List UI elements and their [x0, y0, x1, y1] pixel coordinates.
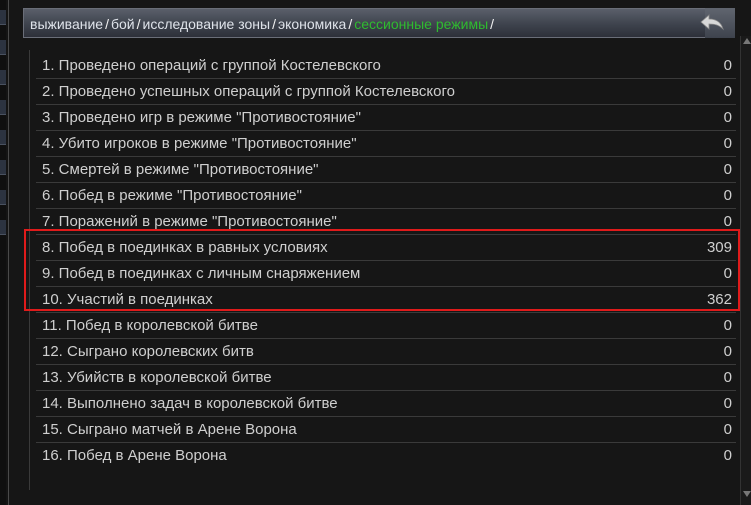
stat-value: 0	[723, 109, 732, 126]
stat-row: 7. Поражений в режиме "Противостояние" 0	[36, 208, 736, 235]
stat-row: 10. Участий в поединках 362	[36, 286, 736, 313]
back-arrow-icon	[700, 14, 724, 31]
stat-label: 13. Убийств в королевской битве	[42, 369, 272, 386]
stat-row: 8. Побед в поединках в равных условиях 30…	[36, 234, 736, 261]
stat-row: 2. Проведено успешных операций с группой…	[36, 78, 736, 105]
stat-row: 15. Сыграно матчей в Арене Ворона 0	[36, 416, 736, 443]
stat-value: 0	[723, 57, 732, 74]
stats-list: 1. Проведено операций с группой Костелев…	[29, 50, 736, 490]
stat-row: 14. Выполнено задач в королевской битве 0	[36, 390, 736, 417]
stat-value: 0	[723, 317, 732, 334]
left-edge-strip	[0, 0, 6, 505]
edge-tick	[0, 190, 6, 205]
breadcrumb-survival[interactable]: выживание	[30, 16, 103, 32]
stat-value: 0	[723, 421, 732, 438]
breadcrumb-separator: /	[272, 16, 276, 32]
breadcrumb-separator: /	[136, 16, 141, 32]
stat-row: 9. Побед в поединках с личным снаряжение…	[36, 260, 736, 287]
stat-label: 9. Побед в поединках с личным снаряжение…	[42, 265, 361, 282]
stat-value: 0	[723, 343, 732, 360]
stat-label: 8. Побед в поединках в равных условиях	[42, 239, 328, 256]
breadcrumb: выживание / бой / исследование зоны / экономик…	[30, 16, 496, 32]
stat-value: 362	[706, 291, 732, 308]
edge-tick	[0, 10, 6, 25]
stat-value: 0	[723, 187, 732, 204]
stat-label: 3. Проведено игр в режиме "Противостояни…	[42, 109, 361, 126]
edge-tick	[0, 130, 6, 145]
stat-row: 5. Смертей в режиме "Противостояние" 0	[36, 156, 736, 183]
stat-value: 0	[723, 447, 732, 464]
stat-value: 0	[723, 395, 732, 412]
breadcrumb-economy[interactable]: экономика	[278, 16, 346, 32]
stat-row: 1. Проведено операций с группой Костелев…	[36, 52, 736, 79]
stat-label: 10. Участий в поединках	[42, 291, 213, 308]
stat-value: 0	[723, 369, 732, 386]
stat-label: 11. Побед в королевской битве	[42, 317, 258, 334]
stat-label: 1. Проведено операций с группой Костелев…	[42, 57, 381, 74]
edge-tick	[0, 70, 6, 85]
stat-value: 0	[723, 135, 732, 152]
stat-label: 14. Выполнено задач в королевской битве	[42, 395, 338, 412]
stats-window: выживание / бой / исследование зоны / экономик…	[8, 0, 751, 505]
stat-value: 309	[706, 239, 732, 256]
stat-label: 5. Смертей в режиме "Противостояние"	[42, 161, 319, 178]
stat-value: 0	[723, 161, 732, 178]
scroll-down-arrow-icon[interactable]	[742, 489, 751, 499]
stat-value: 0	[723, 265, 732, 282]
stat-label: 12. Сыграно королевских битв	[42, 343, 254, 360]
scroll-up-arrow-icon[interactable]	[742, 36, 751, 46]
stat-row: 6. Побед в режиме "Противостояние" 0	[36, 182, 736, 209]
stat-row: 12. Сыграно королевских битв 0	[36, 338, 736, 365]
stat-value: 0	[723, 83, 732, 100]
edge-tick	[0, 100, 6, 115]
breadcrumb-combat[interactable]: бой	[111, 16, 135, 32]
breadcrumb-bar: выживание / бой / исследование зоны / экономик…	[23, 8, 735, 38]
stat-row: 4. Убито игроков в режиме "Противостояни…	[36, 130, 736, 157]
breadcrumb-separator: /	[348, 16, 353, 32]
edge-tick	[0, 160, 6, 175]
stat-label: 7. Поражений в режиме "Противостояние"	[42, 213, 337, 230]
stat-label: 16. Побед в Арене Ворона	[42, 447, 227, 464]
stat-label: 6. Побед в режиме "Противостояние"	[42, 187, 302, 204]
stat-row: 3. Проведено игр в режиме "Противостояни…	[36, 104, 736, 131]
stat-label: 15. Сыграно матчей в Арене Ворона	[42, 421, 297, 438]
stat-row: 13. Убийств в королевской битве 0	[36, 364, 736, 391]
edge-tick	[0, 40, 6, 55]
breadcrumb-zone-exploration[interactable]: исследование зоны	[143, 16, 271, 32]
stat-row: 16. Побед в Арене Ворона 0	[36, 442, 736, 468]
stat-label: 2. Проведено успешных операций с группой…	[42, 83, 455, 100]
stat-label: 4. Убито игроков в режиме "Противостояни…	[42, 135, 357, 152]
breadcrumb-separator: /	[105, 16, 109, 32]
stat-row: 11. Побед в королевской битве 0	[36, 312, 736, 339]
edge-tick	[0, 220, 6, 235]
breadcrumb-separator: /	[490, 16, 495, 32]
breadcrumb-session-modes[interactable]: сессионные режимы	[354, 16, 488, 32]
scrollbar[interactable]	[740, 36, 751, 505]
back-button[interactable]	[696, 11, 728, 33]
stat-value: 0	[723, 213, 732, 230]
